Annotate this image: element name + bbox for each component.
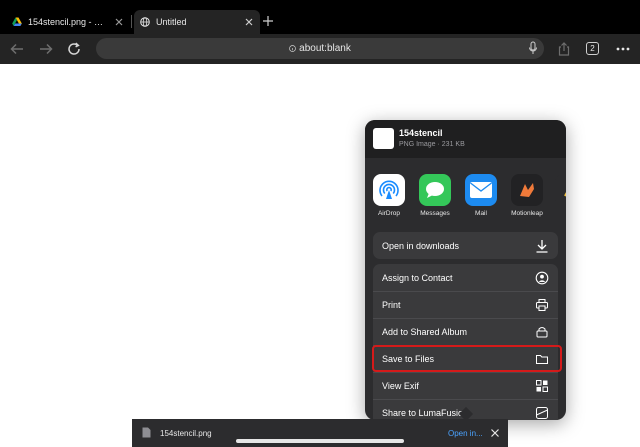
- lumafusion-icon: [536, 407, 548, 419]
- download-icon: [536, 239, 548, 253]
- share-icon[interactable]: [556, 41, 572, 57]
- tab-count-button[interactable]: 2: [586, 42, 599, 55]
- shared-album-icon: [536, 327, 548, 338]
- airdrop-icon: [373, 174, 405, 206]
- close-tab-icon[interactable]: [114, 17, 124, 27]
- app-label: Mail: [475, 210, 487, 217]
- folder-icon: [536, 355, 548, 364]
- action-label: Print: [382, 300, 401, 310]
- save-to-files-action[interactable]: Save to Files: [373, 345, 558, 372]
- messages-icon: [419, 174, 451, 206]
- action-label: View Exif: [382, 381, 419, 391]
- actions-group: Assign to Contact Print Add to Shared Al…: [373, 264, 558, 420]
- microphone-icon[interactable]: [528, 41, 538, 55]
- forward-arrow-icon[interactable]: [38, 41, 54, 57]
- home-indicator: [236, 439, 404, 443]
- print-action[interactable]: Print: [373, 291, 558, 318]
- toolbar: about:blank 2: [0, 34, 640, 64]
- app-motionleap[interactable]: Motionleap: [507, 174, 547, 224]
- reload-icon[interactable]: [66, 41, 82, 57]
- info-icon[interactable]: [289, 45, 296, 52]
- motionleap-icon: [511, 174, 543, 206]
- download-file-name: 154stencil.png: [160, 429, 212, 438]
- action-label: Open in downloads: [382, 240, 460, 251]
- share-sheet-header: 154stencil PNG Image · 231 KB: [365, 120, 566, 158]
- open-in-downloads-action[interactable]: Open in downloads: [373, 232, 558, 259]
- open-in-link[interactable]: Open in...: [448, 429, 483, 438]
- printer-icon: [536, 299, 548, 311]
- tab-divider: [131, 15, 132, 28]
- file-icon: [142, 427, 151, 438]
- file-thumbnail: [373, 128, 394, 149]
- view-exif-action[interactable]: View Exif: [373, 372, 558, 399]
- add-to-shared-album-action[interactable]: Add to Shared Album: [373, 318, 558, 345]
- google-drive-icon: [12, 17, 22, 26]
- new-tab-icon[interactable]: [262, 15, 274, 27]
- browser-window: 154stencil.png - Google Untitled: [0, 0, 640, 447]
- tab-title: Untitled: [156, 17, 187, 27]
- apps-row: AirDrop Messages Mail Motionleap: [365, 158, 566, 224]
- tab-title: 154stencil.png - Google: [28, 17, 110, 27]
- close-icon[interactable]: [490, 428, 500, 438]
- close-tab-icon[interactable]: [244, 17, 254, 27]
- app-partial[interactable]: Pr: [551, 174, 566, 224]
- app-airdrop[interactable]: AirDrop: [369, 174, 409, 224]
- back-arrow-icon[interactable]: [9, 41, 25, 57]
- action-label: Add to Shared Album: [382, 327, 468, 337]
- tab-untitled[interactable]: Untitled: [134, 10, 260, 34]
- exif-icon: [536, 380, 548, 392]
- contact-icon: [535, 271, 549, 284]
- app-label: AirDrop: [377, 210, 401, 217]
- globe-icon: [140, 17, 150, 27]
- app-messages[interactable]: Messages: [415, 174, 455, 224]
- address-text: about:blank: [299, 43, 351, 54]
- action-label: Assign to Contact: [382, 272, 453, 283]
- primary-action-group: Open in downloads: [373, 232, 558, 259]
- tab-google-drive[interactable]: 154stencil.png - Google: [6, 10, 130, 34]
- share-sheet: 154stencil PNG Image · 231 KB AirDrop Me…: [365, 120, 566, 420]
- file-name: 154stencil: [399, 128, 443, 138]
- file-meta: PNG Image · 231 KB: [399, 141, 465, 148]
- address-bar[interactable]: about:blank: [96, 38, 544, 59]
- action-label: Save to Files: [382, 354, 435, 364]
- more-menu-icon[interactable]: [615, 41, 631, 57]
- app-label: Messages: [420, 210, 450, 217]
- mail-icon: [465, 174, 497, 206]
- app-label: Motionleap: [511, 210, 543, 217]
- app-icon: [555, 174, 566, 206]
- assign-to-contact-action[interactable]: Assign to Contact: [373, 264, 558, 291]
- app-mail[interactable]: Mail: [461, 174, 501, 224]
- tab-strip: 154stencil.png - Google Untitled: [0, 0, 640, 34]
